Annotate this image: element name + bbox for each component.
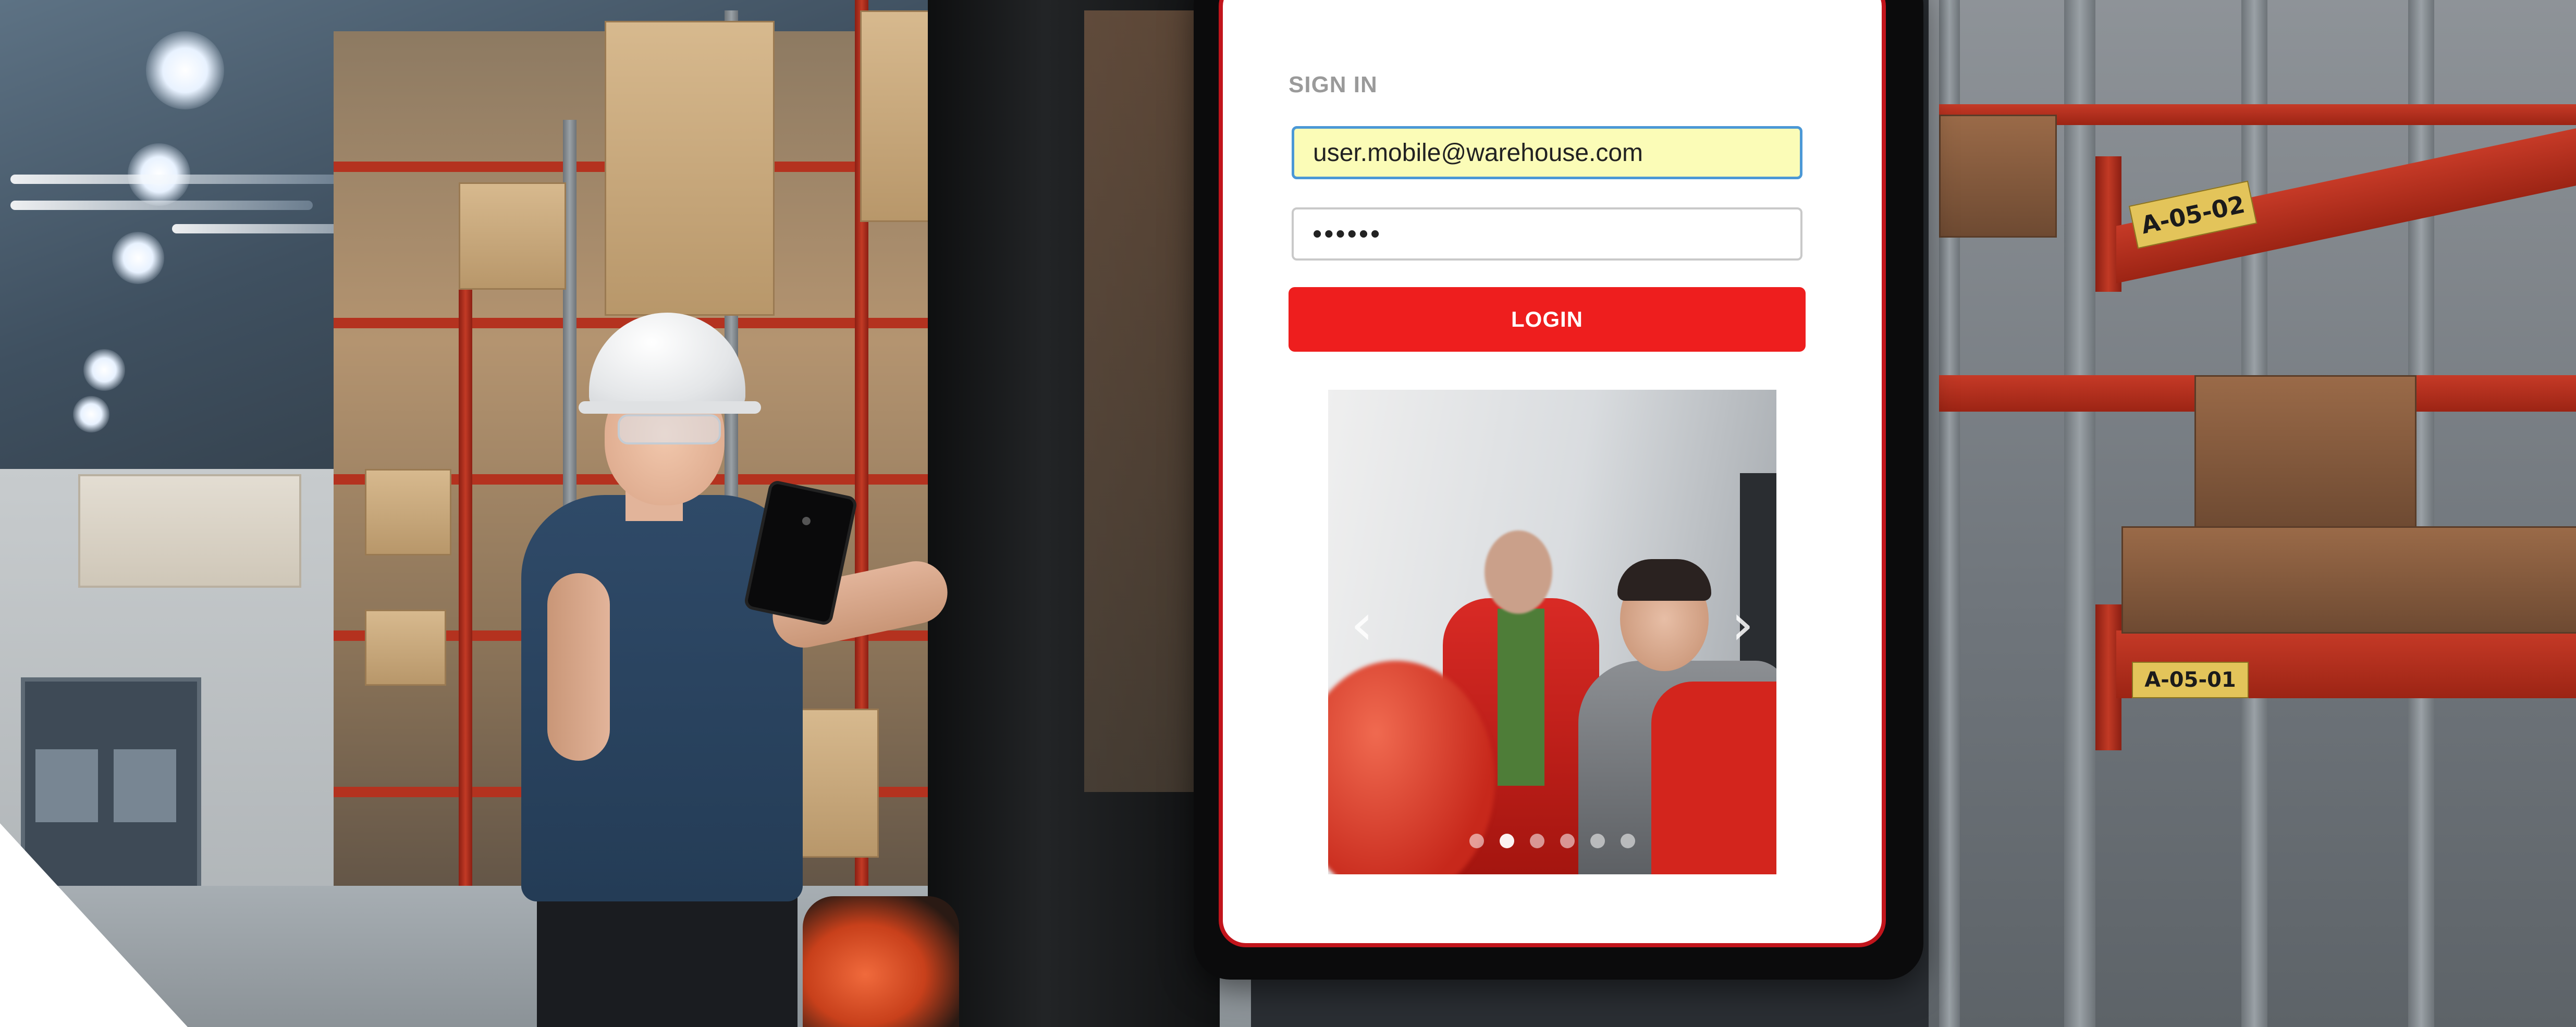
storage-box — [365, 610, 446, 686]
hard-hat-brim — [579, 401, 761, 414]
chevron-right-icon[interactable]: › — [1724, 593, 1761, 655]
storage-box — [459, 182, 566, 290]
rack-upright — [459, 208, 472, 912]
forklift-seat — [803, 896, 959, 1027]
storage-box — [860, 10, 931, 222]
ceiling-light — [73, 396, 109, 432]
carousel-dot[interactable] — [1621, 834, 1635, 848]
chevron-left-icon[interactable]: ‹ — [1344, 593, 1380, 655]
ceiling-light-bar — [10, 201, 313, 210]
forklift-glass — [1084, 10, 1209, 792]
image-carousel[interactable]: ‹ › — [1328, 390, 1776, 874]
ceiling-light — [83, 349, 125, 391]
carousel-slide-person-hair — [1617, 559, 1711, 601]
ceiling-light — [112, 232, 164, 284]
carousel-slide-person-shirt — [1498, 609, 1544, 786]
carousel-dot[interactable] — [1530, 834, 1544, 848]
email-field[interactable]: user.mobile@warehouse.com — [1292, 126, 1802, 179]
ceiling-light — [146, 31, 224, 109]
carousel-slide-person-head — [1485, 530, 1552, 614]
carousel-dot[interactable] — [1590, 834, 1605, 848]
rack-upright — [2064, 0, 2095, 1027]
sign-in-heading: SIGN IN — [1289, 72, 1378, 97]
carousel-pagination — [1328, 834, 1776, 848]
rack-location-label: A-05-01 — [2132, 662, 2249, 698]
carousel-dot[interactable] — [1469, 834, 1484, 848]
storage-box — [365, 469, 451, 555]
phone-screen: SIGN IN user.mobile@warehouse.com ••••••… — [1219, 0, 1886, 947]
warehouse-door — [21, 677, 201, 910]
door-window — [114, 749, 176, 822]
pallet-box — [2121, 526, 2576, 634]
worker-legs — [537, 886, 798, 1027]
door-window — [35, 749, 98, 822]
ceiling-light-bar — [10, 175, 344, 184]
storage-box — [605, 21, 775, 316]
worker-arm — [547, 573, 610, 761]
carousel-dot[interactable] — [1560, 834, 1575, 848]
pallet-box — [1939, 115, 2057, 238]
password-field[interactable]: •••••• — [1292, 207, 1802, 261]
safety-glasses — [618, 414, 721, 444]
phone-camera-icon — [801, 516, 812, 526]
hvac-unit — [78, 474, 301, 588]
login-button[interactable]: LOGIN — [1289, 287, 1806, 352]
carousel-dot[interactable] — [1500, 834, 1514, 848]
pallet-box — [2194, 375, 2416, 529]
